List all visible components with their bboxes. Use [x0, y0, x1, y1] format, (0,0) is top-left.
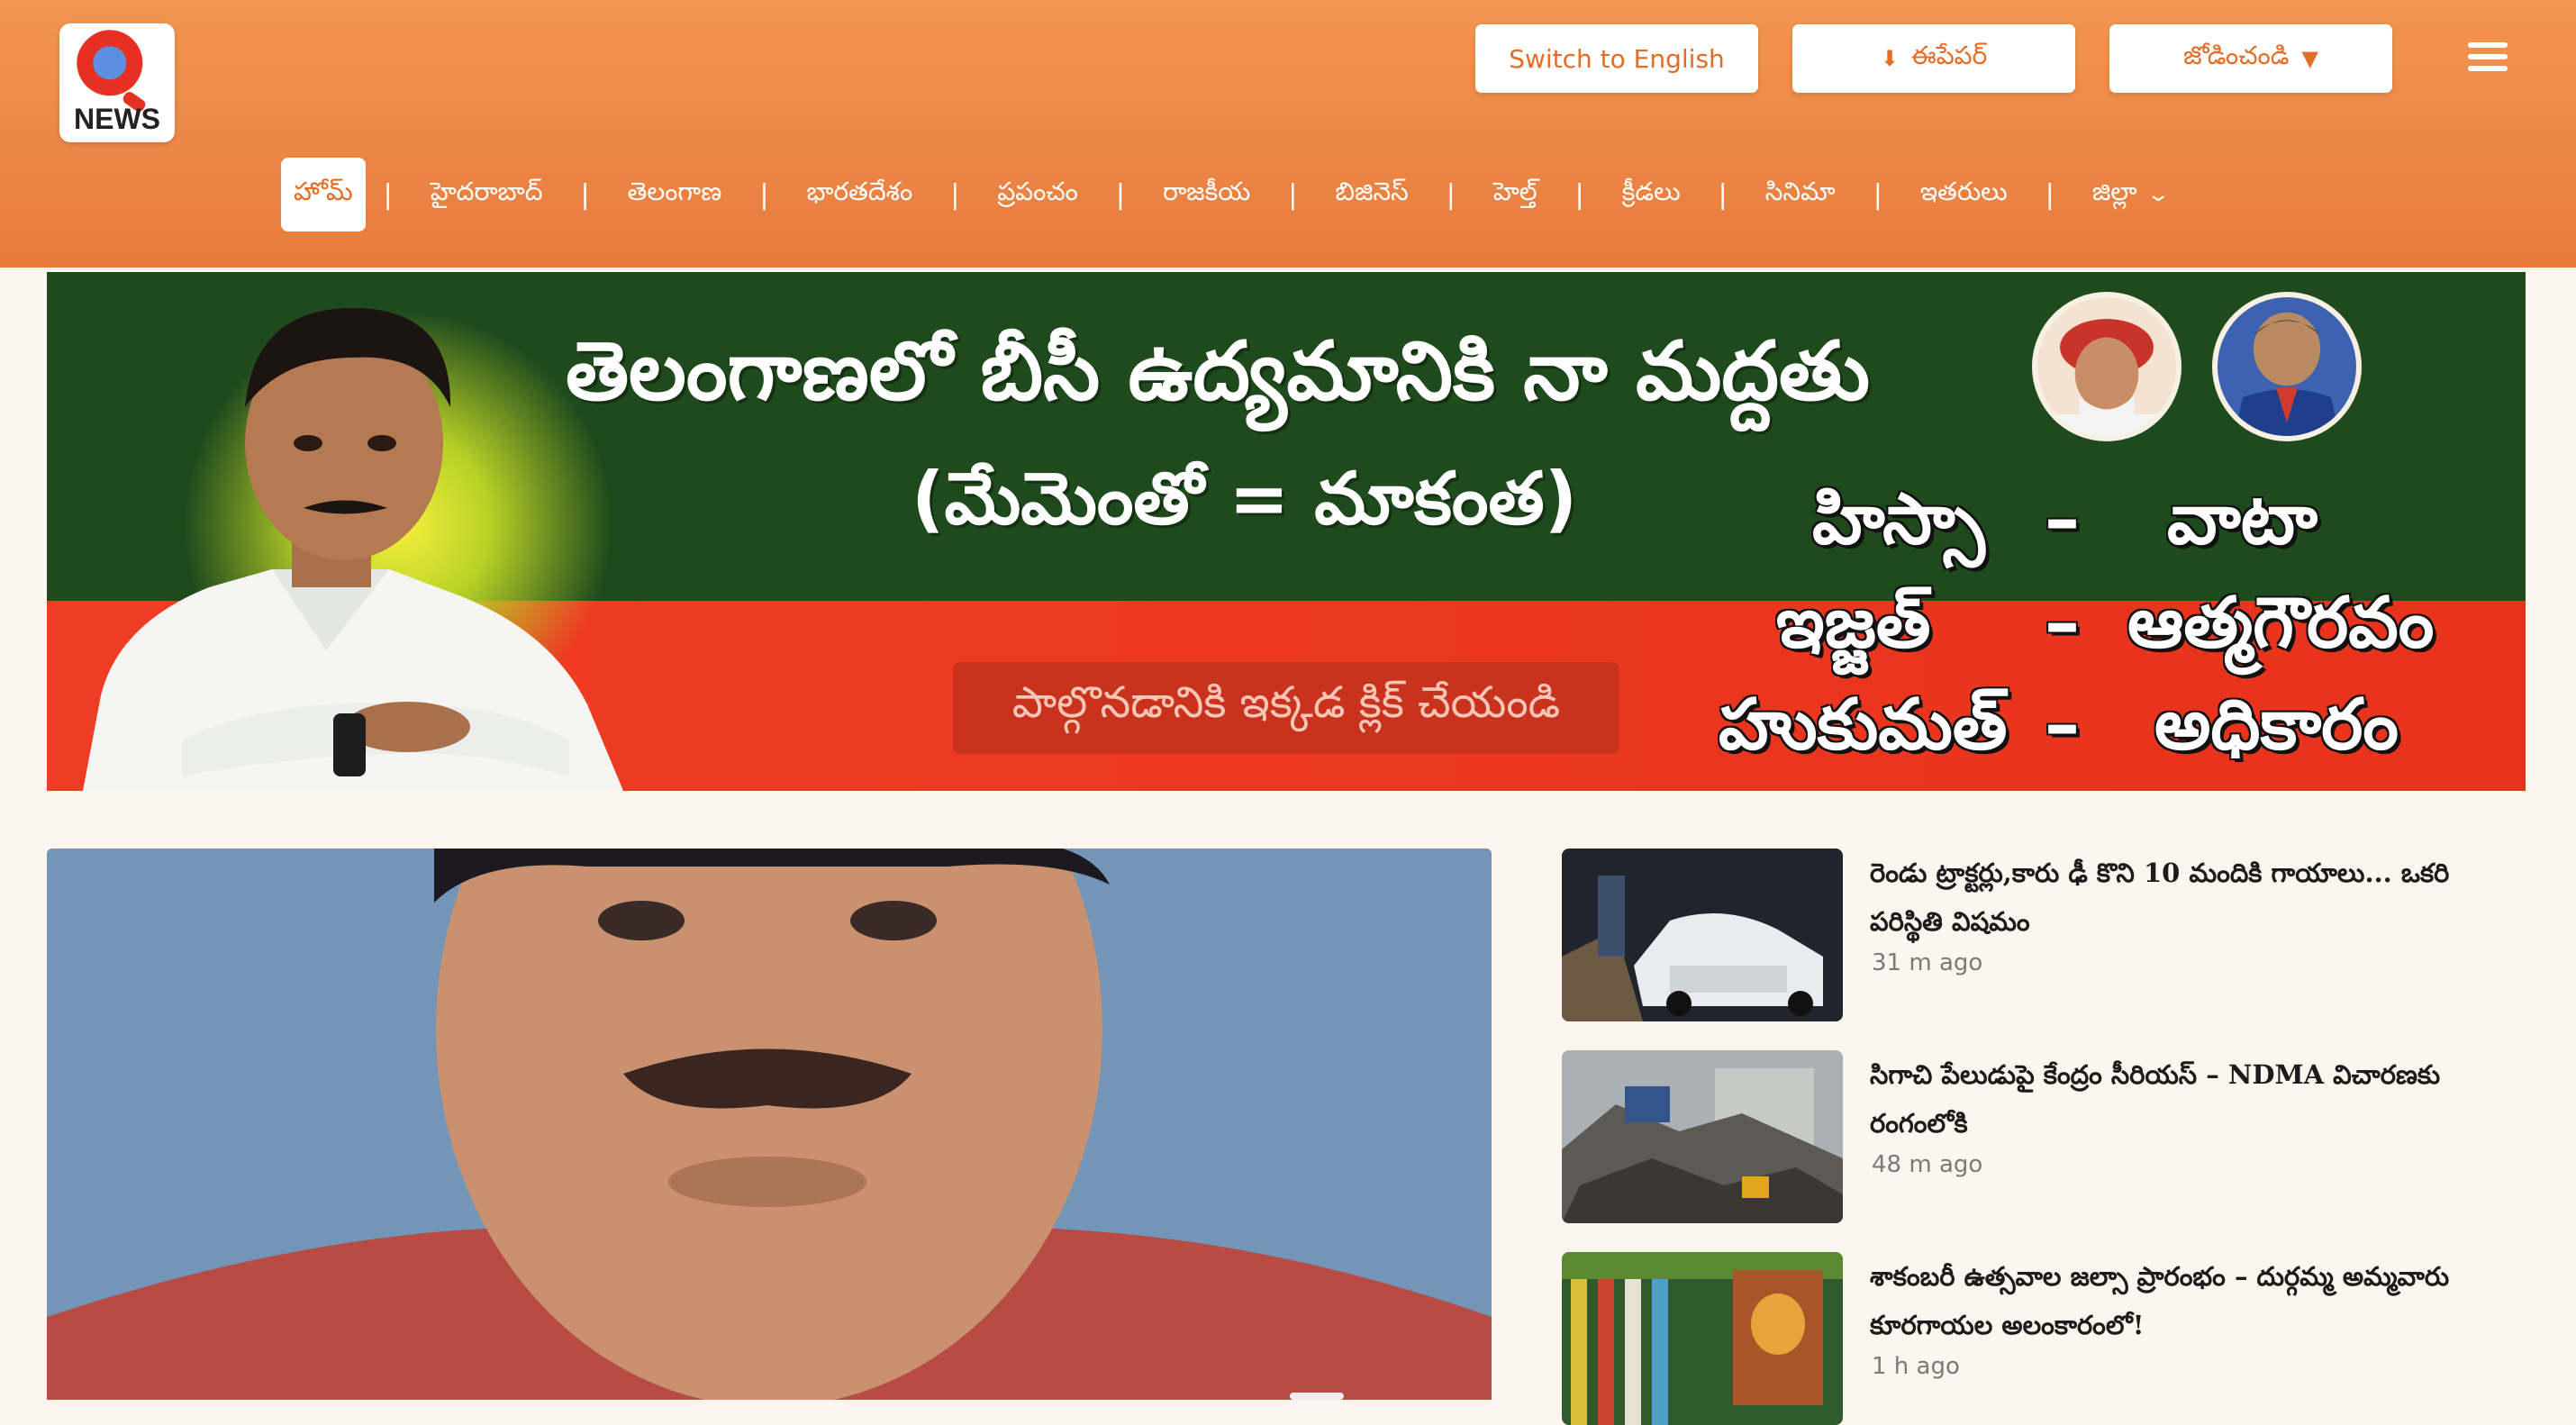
main-nav: హోమ్ | హైదరాబాద్ | తెలంగాణ | భారతదేశం | … — [281, 158, 2186, 231]
site-header: NEWS Switch to English ⬇ ఈపేపర్ జోడించండ… — [0, 0, 2576, 268]
nav-divider: | — [1288, 178, 1298, 211]
nav-item-india[interactable]: భారతదేశం — [786, 158, 932, 231]
join-label: జోడించండి — [2183, 41, 2290, 70]
news-title[interactable]: సిగాచి పేలుడుపై కేంద్రం సీరియస్ – NDMA వ… — [1870, 1050, 2518, 1148]
banner-headline: తెలంగాణలో బీసీ ఉద్యమానికి నా మద్దతు — [566, 324, 1871, 419]
news-thumbnail — [1562, 849, 1843, 1021]
campaign-banner[interactable]: తెలంగాణలో బీసీ ఉద్యమానికి నా మద్దతు (మేమ… — [47, 272, 2526, 791]
nav-item-district[interactable]: జిల్లా ⌄ — [2073, 158, 2186, 231]
lead-story-photo — [47, 849, 1492, 1400]
join-dropdown-button[interactable]: జోడించండి ▼ — [2109, 24, 2392, 93]
news-timestamp: 1 h ago — [1872, 1353, 1960, 1380]
leader-portrait-2 — [2212, 292, 2362, 441]
switch-language-button[interactable]: Switch to English — [1475, 24, 1758, 93]
nav-item-home[interactable]: హోమ్ — [281, 158, 366, 231]
news-list-item[interactable]: శాకంబరీ ఉత్సవాల జల్సా ప్రారంభం – దుర్గమ్… — [1562, 1252, 2526, 1425]
slogan-3-right: అధికారం — [2154, 685, 2399, 766]
nav-item-health[interactable]: హెల్త్ — [1474, 158, 1557, 231]
logo-text: NEWS — [74, 103, 160, 135]
slogan-2-dash: – — [2045, 583, 2080, 664]
nav-item-sports[interactable]: క్రీడలు — [1602, 158, 1701, 231]
nav-divider: | — [2045, 178, 2054, 211]
nav-item-world[interactable]: ప్రపంచం — [977, 158, 1098, 231]
download-icon: ⬇ — [1880, 46, 1899, 71]
nav-item-telangana[interactable]: తెలంగాణ — [608, 158, 742, 231]
nav-item-business[interactable]: బిజినెస్ — [1315, 158, 1428, 231]
nav-divider: | — [759, 178, 769, 211]
news-timestamp: 48 m ago — [1872, 1151, 1983, 1178]
slogan-1-dash: – — [2045, 479, 2080, 560]
news-thumbnail — [1562, 1252, 1843, 1425]
slogan-3-left: హుకుమత్ — [1719, 685, 2008, 766]
nav-item-others[interactable]: ఇతరులు — [1900, 158, 2027, 231]
epaper-label: ఈపేపర్ — [1910, 41, 1988, 70]
nav-divider: | — [580, 178, 590, 211]
slogan-2-right: ఆత్మగౌరవం — [2127, 583, 2435, 664]
nav-item-cinema[interactable]: సినిమా — [1746, 158, 1855, 231]
hamburger-menu-icon[interactable] — [2468, 42, 2508, 75]
news-list-item[interactable]: రెండు ట్రాక్టర్లు,కారు ఢీ కొని 10 మందికి… — [1562, 849, 2526, 1021]
nav-divider: | — [950, 178, 960, 211]
switch-language-label: Switch to English — [1509, 43, 1725, 74]
logo-mark-icon — [76, 29, 151, 104]
nav-divider: | — [1718, 178, 1728, 211]
news-title[interactable]: రెండు ట్రాక్టర్లు,కారు ఢీ కొని 10 మందికి… — [1870, 849, 2518, 946]
nav-divider: | — [1446, 178, 1456, 211]
nav-item-hyderabad[interactable]: హైదరాబాద్ — [411, 158, 563, 231]
news-title[interactable]: శాకంబరీ ఉత్సవాల జల్సా ప్రారంభం – దుర్గమ్… — [1870, 1252, 2518, 1349]
slogan-1-left: హిస్సా — [1812, 479, 1985, 560]
chevron-down-icon: ⌄ — [2145, 183, 2171, 206]
site-logo[interactable]: NEWS — [59, 23, 175, 142]
nav-district-label: జిల్లా — [2091, 177, 2137, 206]
slogan-3-dash: – — [2045, 685, 2080, 766]
news-list-item[interactable]: సిగాచి పేలుడుపై కేంద్రం సీరియస్ – NDMA వ… — [1562, 1050, 2526, 1223]
slogan-2-left: ఇజ్జత్ — [1776, 583, 1931, 664]
caret-down-icon: ▼ — [2301, 46, 2318, 71]
banner-cta-button[interactable]: పాల్గొనడానికి ఇక్కడ క్లిక్ చేయండి — [953, 662, 1619, 754]
nav-divider: | — [383, 178, 393, 211]
nav-item-politics[interactable]: రాజకీయ — [1143, 158, 1270, 231]
nav-divider: | — [1574, 178, 1584, 211]
news-timestamp: 31 m ago — [1872, 949, 1983, 976]
banner-subheadline: (మేమెంతో = మాకంత) — [912, 457, 1578, 540]
nav-divider: | — [1115, 178, 1125, 211]
leader-portrait-1 — [2032, 292, 2181, 441]
slogan-1-right: వాటా — [2167, 479, 2317, 560]
news-thumbnail — [1562, 1050, 1843, 1223]
nav-divider: | — [1873, 178, 1882, 211]
epaper-button[interactable]: ⬇ ఈపేపర్ — [1792, 24, 2075, 93]
lead-story-image[interactable] — [47, 849, 1492, 1400]
